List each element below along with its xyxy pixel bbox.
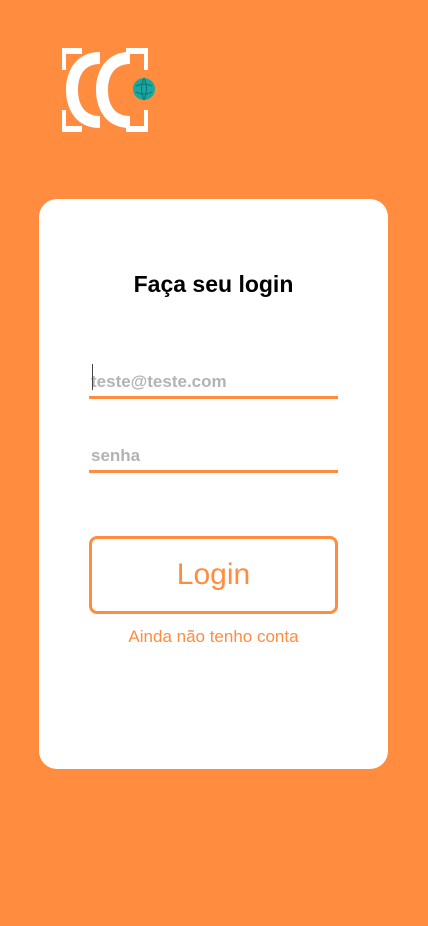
login-button[interactable]: Login: [89, 536, 338, 614]
cc-monogram-logo-icon: [62, 48, 155, 132]
text-caret: [92, 364, 93, 390]
login-card: Faça seu login Login Ainda não tenho con…: [39, 199, 388, 769]
app-logo: [60, 46, 160, 136]
password-field-container: [89, 436, 338, 473]
password-input[interactable]: [89, 436, 338, 470]
page-title: Faça seu login: [133, 271, 294, 297]
email-input[interactable]: [89, 362, 338, 396]
email-field-container: [89, 362, 338, 399]
signup-link[interactable]: Ainda não tenho conta: [39, 627, 388, 647]
